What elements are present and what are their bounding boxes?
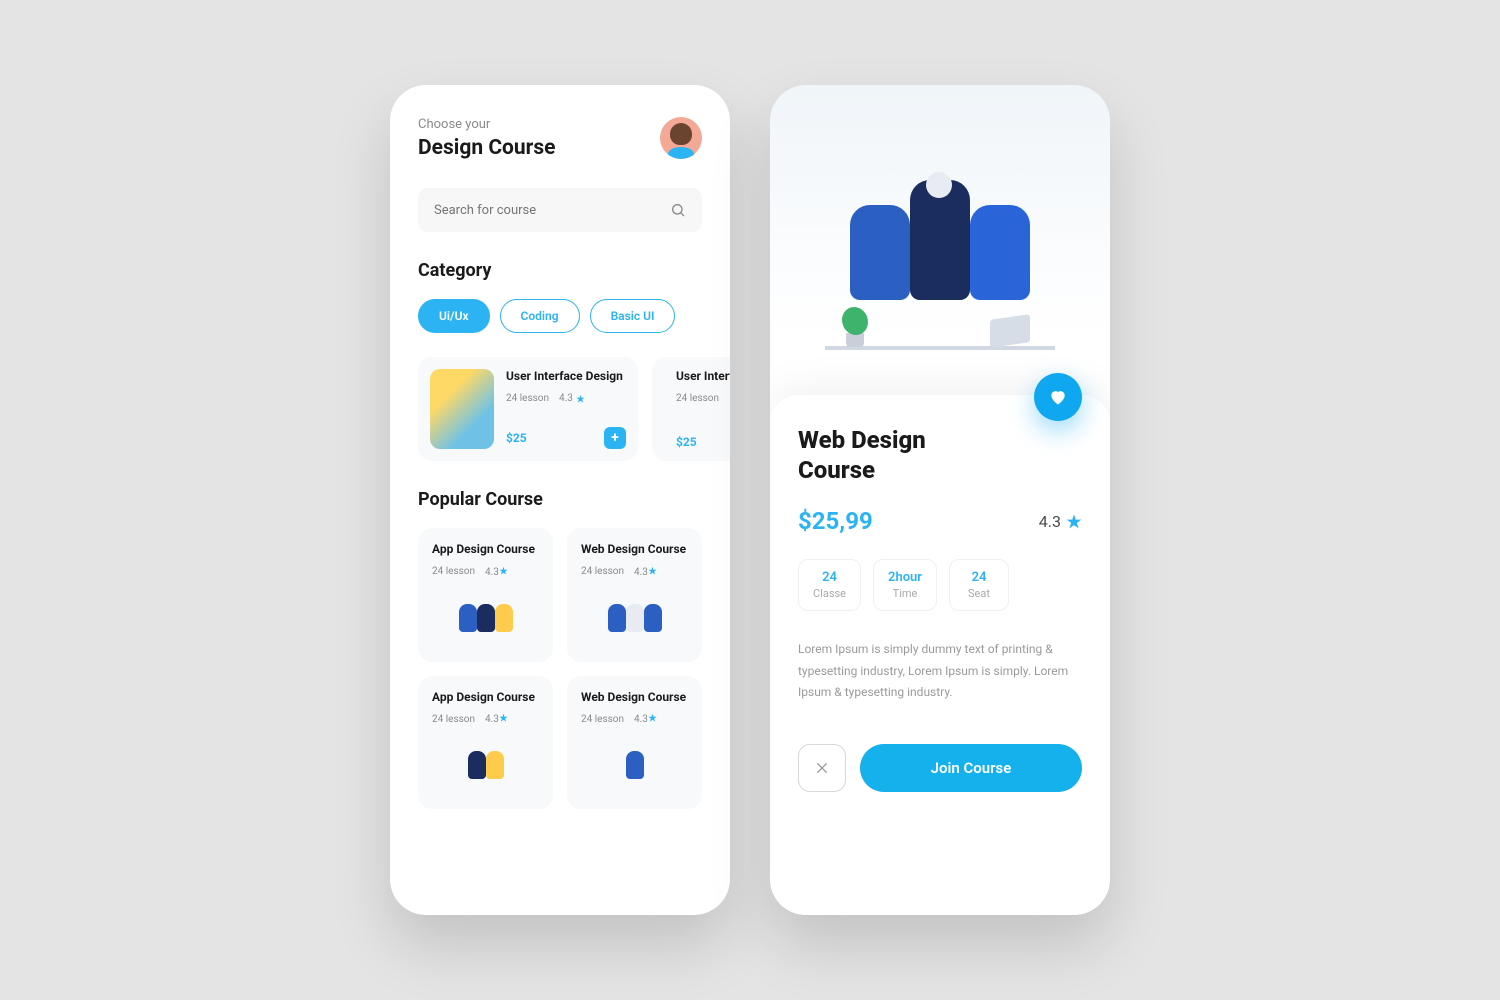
popular-lessons: 24 lesson [432,566,475,577]
actions-row: Join Course [798,744,1082,792]
chip-basic-ui[interactable]: Basic UI [590,299,676,333]
course-name: User Interface Design [506,369,626,385]
course-horizontal-list[interactable]: User Interface Design 24 lesson 4.3 $25 … [418,357,702,461]
hero-illustration [770,85,1110,395]
star-icon [648,566,657,575]
popular-rating: 4.3 [485,714,499,725]
course-card[interactable]: User Interface Design 24 lesson 4.3 $25 … [418,357,638,461]
star-icon [648,713,657,722]
stats-row: 24 Classe 2hour Time 24 Seat [798,559,1082,611]
popular-card[interactable]: Web Design Course 24 lesson 4.3 [567,528,702,662]
course-name: User Interface Design [676,369,730,385]
search-input[interactable] [434,203,670,218]
header: Choose your Design Course [418,117,702,160]
popular-rating: 4.3 [634,567,648,578]
popular-section-title: Popular Course [418,489,702,510]
stat-seat: 24 Seat [949,559,1009,611]
star-icon [499,566,508,575]
course-card[interactable]: User Interface Design 24 lesson $25 [652,357,730,461]
star-icon [499,713,508,722]
popular-card[interactable]: App Design Course 24 lesson 4.3 [418,676,553,810]
description: Lorem Ipsum is simply dummy text of prin… [798,639,1082,704]
heart-icon [1048,387,1068,407]
popular-title: App Design Course [432,690,539,706]
close-button[interactable] [798,744,846,792]
course-rating: 4.3 [559,393,573,404]
popular-lessons: 24 lesson [581,714,624,725]
stat-time: 2hour Time [873,559,937,611]
popular-lessons: 24 lesson [581,566,624,577]
star-icon [1066,513,1082,529]
popular-title: Web Design Course [581,542,688,558]
popular-thumbnail [581,735,688,795]
popular-thumbnail [581,588,688,648]
course-price: $25 [506,431,527,445]
chip-coding[interactable]: Coding [500,299,580,333]
course-price: $25 [676,435,697,449]
header-subtitle: Choose your [418,117,556,132]
popular-lessons: 24 lesson [432,714,475,725]
join-button[interactable]: Join Course [860,744,1082,792]
course-detail-screen: Web Design Course $25,99 4.3 24 Classe 2… [770,85,1110,915]
star-icon [576,394,585,403]
popular-thumbnail [432,735,539,795]
popular-card[interactable]: Web Design Course 24 lesson 4.3 [567,676,702,810]
stat-classes: 24 Classe [798,559,861,611]
popular-rating: 4.3 [485,567,499,578]
search-icon [670,202,686,218]
chip-uiux[interactable]: Ui/Ux [418,299,490,333]
detail-sheet: Web Design Course $25,99 4.3 24 Classe 2… [770,395,1110,915]
popular-card[interactable]: App Design Course 24 lesson 4.3 [418,528,553,662]
avatar[interactable] [660,117,702,159]
add-button[interactable]: + [604,427,626,449]
category-section-title: Category [418,260,702,281]
detail-rating: 4.3 [1039,512,1082,531]
close-icon [814,760,830,776]
detail-title: Web Design Course [798,425,998,485]
category-chips: Ui/Ux Coding Basic UI [418,299,702,333]
search-box[interactable] [418,188,702,232]
course-list-screen: Choose your Design Course Category Ui/Ux… [390,85,730,915]
popular-title: App Design Course [432,542,539,558]
popular-title: Web Design Course [581,690,688,706]
popular-thumbnail [432,588,539,648]
popular-rating: 4.3 [634,714,648,725]
course-lessons: 24 lesson [506,393,549,404]
popular-grid: App Design Course 24 lesson 4.3 Web Desig… [418,528,702,809]
favorite-button[interactable] [1034,373,1082,421]
course-thumbnail [430,369,494,449]
header-title: Design Course [418,136,556,160]
detail-price: $25,99 [798,507,873,535]
course-lessons: 24 lesson [676,393,719,404]
